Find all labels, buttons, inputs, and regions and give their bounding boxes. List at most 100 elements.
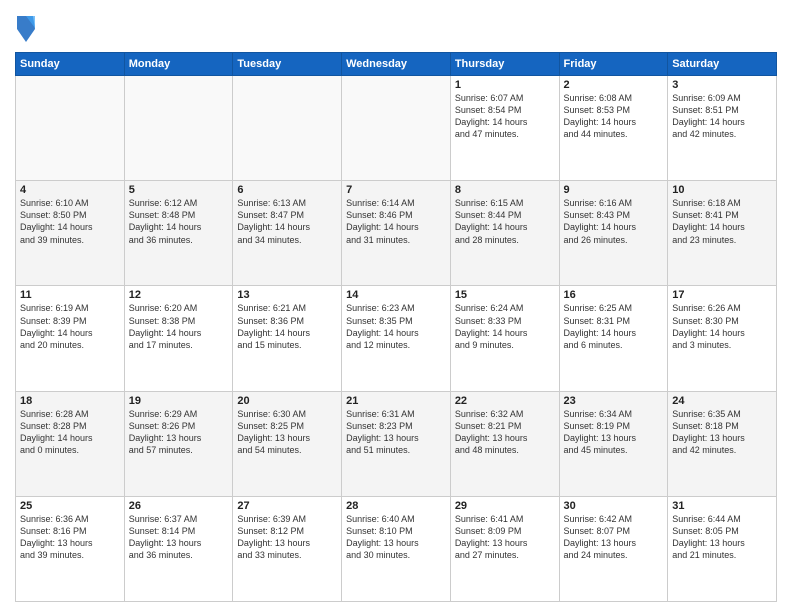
- day-number: 31: [672, 500, 772, 512]
- calendar-cell: [16, 76, 125, 181]
- day-number: 3: [672, 79, 772, 91]
- day-number: 2: [564, 79, 664, 91]
- calendar-cell: 10Sunrise: 6:18 AM Sunset: 8:41 PM Dayli…: [668, 181, 777, 286]
- day-number: 19: [129, 395, 229, 407]
- calendar-cell: [233, 76, 342, 181]
- day-number: 17: [672, 289, 772, 301]
- calendar-header-row: SundayMondayTuesdayWednesdayThursdayFrid…: [16, 53, 777, 76]
- day-number: 25: [20, 500, 120, 512]
- calendar-cell: 23Sunrise: 6:34 AM Sunset: 8:19 PM Dayli…: [559, 391, 668, 496]
- calendar-cell: 15Sunrise: 6:24 AM Sunset: 8:33 PM Dayli…: [450, 286, 559, 391]
- calendar-cell: 13Sunrise: 6:21 AM Sunset: 8:36 PM Dayli…: [233, 286, 342, 391]
- day-info: Sunrise: 6:44 AM Sunset: 8:05 PM Dayligh…: [672, 513, 772, 562]
- day-number: 9: [564, 184, 664, 196]
- weekday-header: Saturday: [668, 53, 777, 76]
- day-info: Sunrise: 6:37 AM Sunset: 8:14 PM Dayligh…: [129, 513, 229, 562]
- day-number: 10: [672, 184, 772, 196]
- calendar-cell: 8Sunrise: 6:15 AM Sunset: 8:44 PM Daylig…: [450, 181, 559, 286]
- day-number: 5: [129, 184, 229, 196]
- weekday-header: Thursday: [450, 53, 559, 76]
- calendar-cell: 16Sunrise: 6:25 AM Sunset: 8:31 PM Dayli…: [559, 286, 668, 391]
- calendar-cell: [124, 76, 233, 181]
- day-info: Sunrise: 6:18 AM Sunset: 8:41 PM Dayligh…: [672, 197, 772, 246]
- day-number: 1: [455, 79, 555, 91]
- day-number: 20: [237, 395, 337, 407]
- calendar-cell: 26Sunrise: 6:37 AM Sunset: 8:14 PM Dayli…: [124, 496, 233, 601]
- weekday-header: Wednesday: [342, 53, 451, 76]
- day-info: Sunrise: 6:40 AM Sunset: 8:10 PM Dayligh…: [346, 513, 446, 562]
- weekday-header: Sunday: [16, 53, 125, 76]
- day-number: 22: [455, 395, 555, 407]
- calendar-cell: 3Sunrise: 6:09 AM Sunset: 8:51 PM Daylig…: [668, 76, 777, 181]
- day-info: Sunrise: 6:30 AM Sunset: 8:25 PM Dayligh…: [237, 408, 337, 457]
- day-info: Sunrise: 6:29 AM Sunset: 8:26 PM Dayligh…: [129, 408, 229, 457]
- day-info: Sunrise: 6:32 AM Sunset: 8:21 PM Dayligh…: [455, 408, 555, 457]
- page: SundayMondayTuesdayWednesdayThursdayFrid…: [0, 0, 792, 612]
- header: [15, 10, 777, 44]
- day-info: Sunrise: 6:13 AM Sunset: 8:47 PM Dayligh…: [237, 197, 337, 246]
- day-number: 30: [564, 500, 664, 512]
- day-number: 12: [129, 289, 229, 301]
- calendar-table: SundayMondayTuesdayWednesdayThursdayFrid…: [15, 52, 777, 602]
- day-number: 21: [346, 395, 446, 407]
- calendar-cell: 19Sunrise: 6:29 AM Sunset: 8:26 PM Dayli…: [124, 391, 233, 496]
- day-info: Sunrise: 6:26 AM Sunset: 8:30 PM Dayligh…: [672, 302, 772, 351]
- calendar-cell: 9Sunrise: 6:16 AM Sunset: 8:43 PM Daylig…: [559, 181, 668, 286]
- day-info: Sunrise: 6:09 AM Sunset: 8:51 PM Dayligh…: [672, 92, 772, 141]
- day-info: Sunrise: 6:10 AM Sunset: 8:50 PM Dayligh…: [20, 197, 120, 246]
- day-number: 14: [346, 289, 446, 301]
- day-number: 26: [129, 500, 229, 512]
- day-info: Sunrise: 6:28 AM Sunset: 8:28 PM Dayligh…: [20, 408, 120, 457]
- day-number: 18: [20, 395, 120, 407]
- calendar-cell: 11Sunrise: 6:19 AM Sunset: 8:39 PM Dayli…: [16, 286, 125, 391]
- calendar-cell: 14Sunrise: 6:23 AM Sunset: 8:35 PM Dayli…: [342, 286, 451, 391]
- day-info: Sunrise: 6:25 AM Sunset: 8:31 PM Dayligh…: [564, 302, 664, 351]
- day-info: Sunrise: 6:34 AM Sunset: 8:19 PM Dayligh…: [564, 408, 664, 457]
- day-number: 27: [237, 500, 337, 512]
- day-number: 23: [564, 395, 664, 407]
- calendar-cell: 6Sunrise: 6:13 AM Sunset: 8:47 PM Daylig…: [233, 181, 342, 286]
- day-info: Sunrise: 6:08 AM Sunset: 8:53 PM Dayligh…: [564, 92, 664, 141]
- day-info: Sunrise: 6:36 AM Sunset: 8:16 PM Dayligh…: [20, 513, 120, 562]
- day-info: Sunrise: 6:41 AM Sunset: 8:09 PM Dayligh…: [455, 513, 555, 562]
- weekday-header: Monday: [124, 53, 233, 76]
- day-info: Sunrise: 6:14 AM Sunset: 8:46 PM Dayligh…: [346, 197, 446, 246]
- calendar-cell: 29Sunrise: 6:41 AM Sunset: 8:09 PM Dayli…: [450, 496, 559, 601]
- calendar-cell: [342, 76, 451, 181]
- calendar-cell: 1Sunrise: 6:07 AM Sunset: 8:54 PM Daylig…: [450, 76, 559, 181]
- calendar-week-row: 1Sunrise: 6:07 AM Sunset: 8:54 PM Daylig…: [16, 76, 777, 181]
- calendar-cell: 31Sunrise: 6:44 AM Sunset: 8:05 PM Dayli…: [668, 496, 777, 601]
- day-number: 4: [20, 184, 120, 196]
- calendar-cell: 18Sunrise: 6:28 AM Sunset: 8:28 PM Dayli…: [16, 391, 125, 496]
- calendar-cell: 20Sunrise: 6:30 AM Sunset: 8:25 PM Dayli…: [233, 391, 342, 496]
- weekday-header: Friday: [559, 53, 668, 76]
- calendar-week-row: 18Sunrise: 6:28 AM Sunset: 8:28 PM Dayli…: [16, 391, 777, 496]
- calendar-cell: 7Sunrise: 6:14 AM Sunset: 8:46 PM Daylig…: [342, 181, 451, 286]
- calendar-cell: 27Sunrise: 6:39 AM Sunset: 8:12 PM Dayli…: [233, 496, 342, 601]
- calendar-cell: 28Sunrise: 6:40 AM Sunset: 8:10 PM Dayli…: [342, 496, 451, 601]
- calendar-week-row: 11Sunrise: 6:19 AM Sunset: 8:39 PM Dayli…: [16, 286, 777, 391]
- calendar-cell: 22Sunrise: 6:32 AM Sunset: 8:21 PM Dayli…: [450, 391, 559, 496]
- day-info: Sunrise: 6:24 AM Sunset: 8:33 PM Dayligh…: [455, 302, 555, 351]
- day-info: Sunrise: 6:19 AM Sunset: 8:39 PM Dayligh…: [20, 302, 120, 351]
- day-number: 15: [455, 289, 555, 301]
- day-number: 29: [455, 500, 555, 512]
- day-number: 7: [346, 184, 446, 196]
- day-info: Sunrise: 6:07 AM Sunset: 8:54 PM Dayligh…: [455, 92, 555, 141]
- day-info: Sunrise: 6:35 AM Sunset: 8:18 PM Dayligh…: [672, 408, 772, 457]
- day-number: 8: [455, 184, 555, 196]
- day-info: Sunrise: 6:12 AM Sunset: 8:48 PM Dayligh…: [129, 197, 229, 246]
- day-number: 6: [237, 184, 337, 196]
- calendar-cell: 17Sunrise: 6:26 AM Sunset: 8:30 PM Dayli…: [668, 286, 777, 391]
- logo-icon: [15, 14, 37, 44]
- day-info: Sunrise: 6:23 AM Sunset: 8:35 PM Dayligh…: [346, 302, 446, 351]
- day-number: 13: [237, 289, 337, 301]
- calendar-cell: 12Sunrise: 6:20 AM Sunset: 8:38 PM Dayli…: [124, 286, 233, 391]
- calendar-cell: 30Sunrise: 6:42 AM Sunset: 8:07 PM Dayli…: [559, 496, 668, 601]
- calendar-week-row: 25Sunrise: 6:36 AM Sunset: 8:16 PM Dayli…: [16, 496, 777, 601]
- weekday-header: Tuesday: [233, 53, 342, 76]
- calendar-cell: 25Sunrise: 6:36 AM Sunset: 8:16 PM Dayli…: [16, 496, 125, 601]
- day-info: Sunrise: 6:16 AM Sunset: 8:43 PM Dayligh…: [564, 197, 664, 246]
- day-number: 11: [20, 289, 120, 301]
- day-number: 24: [672, 395, 772, 407]
